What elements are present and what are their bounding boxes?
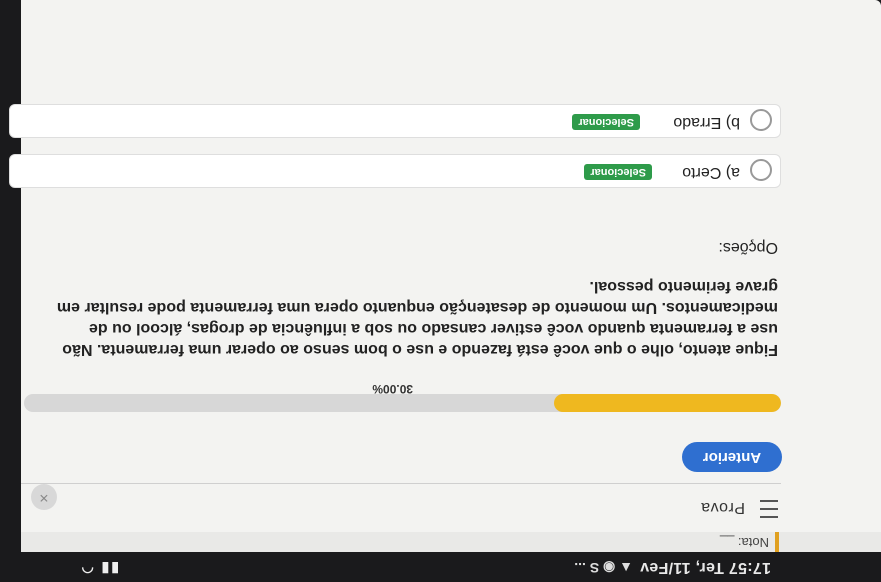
select-button[interactable]: Selecionar xyxy=(584,164,652,180)
notification-icons: ▲ ◉ S ... xyxy=(574,560,633,576)
close-icon[interactable]: × xyxy=(31,484,57,510)
exam-page: Nota: __ Prova × Anterior 30.00% Fique a… xyxy=(9,0,881,552)
status-bar: 17:57 Ter, 11/Fev ▲ ◉ S ... ▮▮ ◠ xyxy=(0,552,881,582)
previous-button[interactable]: Anterior xyxy=(682,442,782,472)
page-title: Prova xyxy=(700,499,745,516)
option-label: b) Errado xyxy=(673,114,740,131)
menu-icon[interactable] xyxy=(760,498,778,518)
system-icons: ▮▮ ◠ xyxy=(79,561,119,577)
select-button[interactable]: Selecionar xyxy=(572,114,640,130)
options-label: Opções: xyxy=(718,239,778,256)
grade-accent xyxy=(775,532,779,552)
progress-fill xyxy=(553,394,781,412)
radio-button[interactable] xyxy=(750,159,772,181)
header-divider xyxy=(21,483,781,484)
grade-label: Nota: __ xyxy=(719,535,769,550)
progress-bar xyxy=(24,394,781,412)
option-a[interactable]: a) Certo Selecionar xyxy=(9,154,781,188)
grade-bar: Nota: __ xyxy=(21,532,881,552)
option-b[interactable]: b) Errado Selecionar xyxy=(9,104,781,138)
status-time: 17:57 Ter, 11/Fev xyxy=(639,559,771,576)
tablet-screen: 17:57 Ter, 11/Fev ▲ ◉ S ... ▮▮ ◠ Nota: _… xyxy=(0,0,881,582)
photo-stage: 17:57 Ter, 11/Fev ▲ ◉ S ... ▮▮ ◠ Nota: _… xyxy=(0,0,881,582)
option-label: a) Certo xyxy=(682,164,740,181)
radio-button[interactable] xyxy=(750,109,772,131)
question-text: Fique atento, olhe o que você está fazen… xyxy=(56,278,778,358)
progress-label: 30.00% xyxy=(372,382,413,396)
